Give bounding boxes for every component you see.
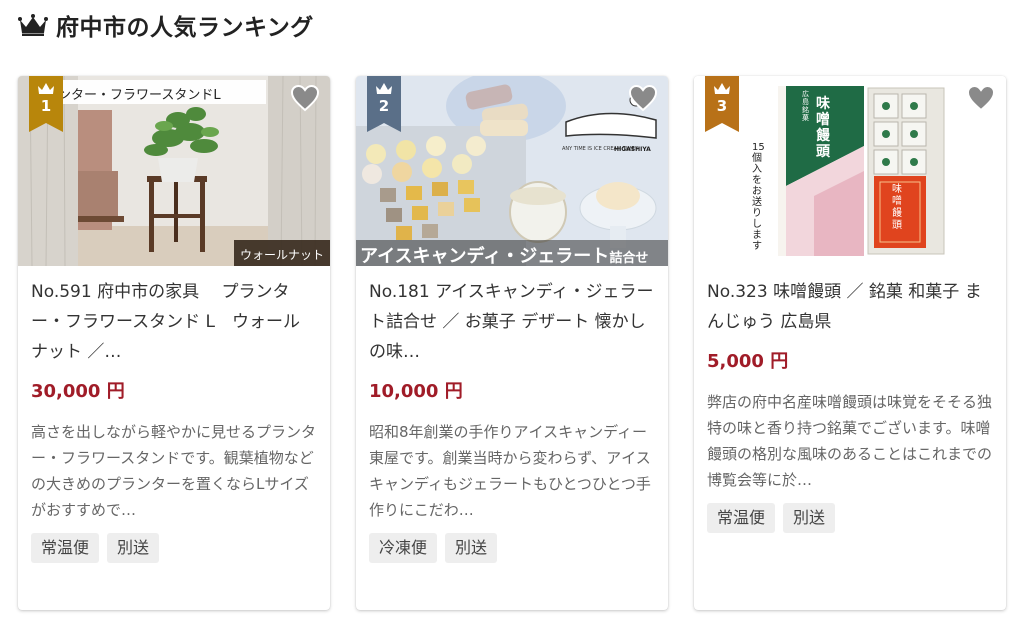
favorite-heart-icon[interactable] xyxy=(628,84,658,112)
crown-icon xyxy=(376,83,392,94)
shipping-tag: 別送 xyxy=(445,533,498,563)
rank-number: 2 xyxy=(378,97,390,115)
image-banner-text: アイスキャンディ・ジェラート xyxy=(360,246,610,266)
image-banner-small: 詰合せ xyxy=(609,251,649,266)
shipping-tag: 常温便 xyxy=(31,533,100,563)
product-description: 弊店の府中名産味噌饅頭は味覚をそそる独特の味と香り持つ銘菓でございます。味噌饅頭… xyxy=(707,393,993,489)
image-banner: アイスキャンディ・ジェラート詰合せ xyxy=(360,242,648,266)
image-caption-top: ンター・フラワースタンドL xyxy=(58,88,221,103)
crown-icon xyxy=(714,83,730,94)
image-label: HIGASHIYA xyxy=(614,146,651,153)
shipping-tag: 冷凍便 xyxy=(369,533,438,563)
rank-number: 3 xyxy=(716,97,728,115)
ranking-card-3[interactable]: 広島銘菓 味噌饅頭 15個入をお送りします 味噌饅頭 3 No.323 味噌饅頭… xyxy=(694,76,1006,610)
box-title: 味噌饅頭 xyxy=(816,96,830,160)
product-price: 5,000 円 xyxy=(707,351,789,372)
product-description: 高さを出しながら軽やかに見せるプランター・フラワースタンドです。観葉植物などの大… xyxy=(31,423,317,519)
product-name[interactable]: No.591 府中市の家具 プランター・フラワースタンド L ウォールナット ／… xyxy=(31,277,316,367)
product-image[interactable]: ンター・フラワースタンドL ウォールナット 1 xyxy=(18,76,330,266)
product-price: 10,000 円 xyxy=(369,381,463,402)
product-image[interactable]: 広島銘菓 味噌饅頭 15個入をお送りします 味噌饅頭 3 xyxy=(694,76,1006,266)
product-image[interactable]: ANY TIME IS ICE CREAM TIME!! HIGASHIYA ア… xyxy=(356,76,668,266)
crown-icon xyxy=(38,83,54,94)
shipping-tag: 常温便 xyxy=(707,503,776,533)
ranking-card-2[interactable]: ANY TIME IS ICE CREAM TIME!! HIGASHIYA ア… xyxy=(356,76,668,610)
box-inner-label: 味噌饅頭 xyxy=(892,184,902,231)
box-subtitle: 広島銘菓 xyxy=(802,90,809,122)
product-price: 30,000 円 xyxy=(31,381,125,402)
shipping-tag: 別送 xyxy=(783,503,836,533)
shipping-tag: 別送 xyxy=(107,533,160,563)
favorite-heart-icon[interactable] xyxy=(966,84,996,112)
box-note: 15個入をお送りします xyxy=(752,142,765,252)
ranking-heading: 府中市の人気ランキング xyxy=(18,8,314,42)
crown-icon xyxy=(18,14,48,36)
ranking-card-1[interactable]: ンター・フラワースタンドL ウォールナット 1 No.591 府中市の家具 プラ… xyxy=(18,76,330,610)
page-title: 府中市の人気ランキング xyxy=(56,15,314,41)
product-name[interactable]: No.181 アイスキャンディ・ジェラート詰合せ ／ お菓子 デザート 懐かしの… xyxy=(369,277,654,367)
favorite-heart-icon[interactable] xyxy=(290,84,320,112)
product-name[interactable]: No.323 味噌饅頭 ／ 銘菓 和菓子 まんじゅう 広島県 xyxy=(707,277,992,337)
rank-number: 1 xyxy=(40,97,52,115)
product-description: 昭和8年創業の手作りアイスキャンディー東屋です。創業当時から変わらず、アイスキャ… xyxy=(369,423,651,519)
image-caption-bottom: ウォールナット xyxy=(240,248,325,262)
